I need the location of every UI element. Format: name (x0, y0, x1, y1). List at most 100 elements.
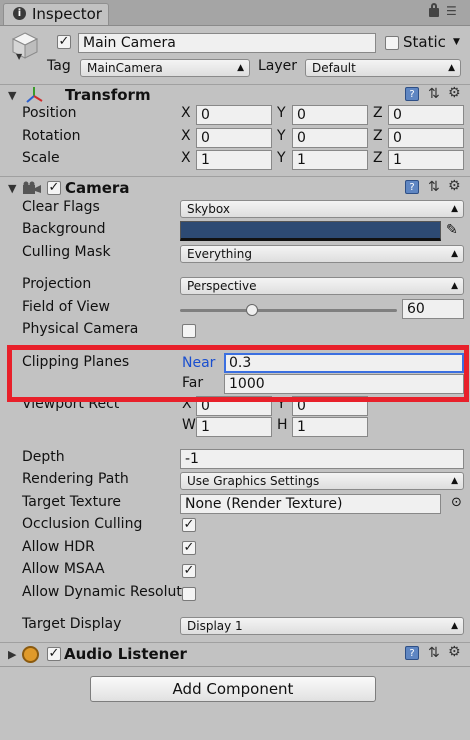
viewport-w-field[interactable]: 1 (196, 417, 272, 437)
rotation-z-label[interactable]: Z (373, 128, 383, 144)
active-checkbox[interactable]: ✓ (57, 35, 71, 49)
depth-field[interactable]: -1 (180, 449, 464, 469)
position-z-field[interactable]: 0 (388, 105, 464, 125)
physical-camera-label: Physical Camera (22, 321, 139, 337)
gear-icon[interactable]: ⚙ (448, 179, 461, 193)
layer-dropdown[interactable]: Default ▲ (305, 59, 461, 77)
gear-icon[interactable]: ⚙ (448, 645, 461, 659)
help-icon[interactable]: ? (405, 180, 419, 194)
camera-title: Camera (65, 179, 130, 197)
clear-flags-label: Clear Flags (22, 199, 100, 215)
depth-label: Depth (22, 449, 65, 465)
gameobject-dropdown-arrow[interactable]: ▼ (16, 52, 22, 61)
tab-inspector[interactable]: i Inspector (3, 3, 109, 25)
static-label: Static (403, 33, 446, 51)
help-icon[interactable]: ? (405, 646, 419, 660)
name-field[interactable]: Main Camera (78, 33, 376, 53)
culling-mask-label: Culling Mask (22, 244, 111, 260)
object-picker-icon[interactable]: ⊙ (451, 495, 462, 510)
occlusion-culling-checkbox[interactable]: ✓ (182, 518, 196, 532)
occlusion-culling-label: Occlusion Culling (22, 516, 143, 532)
allow-dynamic-resolution-checkbox[interactable] (182, 587, 196, 601)
projection-dropdown[interactable]: Perspective ▲ (180, 277, 464, 295)
preset-icon[interactable]: ⇅ (428, 87, 440, 101)
eyedropper-icon[interactable]: ✎ (446, 222, 458, 238)
layer-label: Layer (258, 58, 298, 74)
target-display-label: Target Display (22, 616, 122, 632)
allow-hdr-checkbox[interactable]: ✓ (182, 541, 196, 555)
rendering-path-value: Use Graphics Settings (187, 474, 320, 488)
transform-foldout-icon[interactable]: ▼ (8, 89, 16, 102)
scale-z-label[interactable]: Z (373, 150, 383, 166)
fov-slider-thumb[interactable] (245, 304, 258, 316)
preset-icon[interactable]: ⇅ (428, 180, 440, 194)
position-x-field[interactable]: 0 (196, 105, 272, 125)
camera-icon (22, 181, 42, 199)
culling-mask-value: Everything (187, 247, 252, 261)
target-display-dropdown[interactable]: Display 1 ▲ (180, 617, 464, 635)
preset-icon[interactable]: ⇅ (428, 646, 440, 660)
rotation-z-field[interactable]: 0 (388, 128, 464, 148)
help-icon[interactable]: ? (405, 87, 419, 101)
tag-value: MainCamera (87, 61, 163, 75)
background-color-swatch[interactable] (180, 221, 441, 241)
position-label: Position (22, 105, 77, 121)
culling-mask-dropdown[interactable]: Everything ▲ (180, 245, 464, 263)
fov-field[interactable]: 60 (402, 299, 464, 319)
scale-z-field[interactable]: 1 (388, 150, 464, 170)
physical-camera-checkbox[interactable] (182, 324, 196, 338)
clear-flags-dropdown[interactable]: Skybox ▲ (180, 200, 464, 218)
position-x-label[interactable]: X (181, 105, 191, 121)
add-component-button[interactable]: Add Component (90, 676, 376, 702)
viewport-h-label[interactable]: H (277, 417, 288, 433)
lock-shackle (431, 3, 437, 9)
info-icon: i (13, 7, 26, 20)
allow-hdr-label: Allow HDR (22, 539, 95, 555)
target-texture-field[interactable]: None (Render Texture) (180, 494, 441, 514)
fov-slider-track[interactable] (180, 309, 397, 312)
rotation-x-label[interactable]: X (181, 128, 191, 144)
tag-label: Tag (47, 58, 71, 74)
audio-listener-foldout-icon[interactable]: ▶ (8, 648, 16, 661)
static-dropdown-arrow[interactable]: ▼ (453, 37, 460, 47)
rotation-y-field[interactable]: 0 (292, 128, 368, 148)
tab-label: Inspector (32, 5, 102, 23)
layer-dropdown-arrow: ▲ (448, 63, 455, 73)
viewport-h-field[interactable]: 1 (292, 417, 368, 437)
static-checkbox[interactable] (385, 36, 399, 50)
target-display-value: Display 1 (187, 619, 243, 633)
gear-icon[interactable]: ⚙ (448, 86, 461, 100)
position-y-field[interactable]: 0 (292, 105, 368, 125)
scale-x-label[interactable]: X (181, 150, 191, 166)
menu-icon[interactable]: ☰ (446, 5, 457, 17)
rendering-path-dropdown[interactable]: Use Graphics Settings ▲ (180, 472, 464, 490)
rotation-x-field[interactable]: 0 (196, 128, 272, 148)
dropdown-arrow-icon: ▲ (451, 621, 458, 631)
viewport-w-label[interactable]: W (182, 417, 196, 433)
layer-value: Default (312, 61, 356, 75)
dropdown-arrow-icon: ▲ (451, 281, 458, 291)
camera-enabled-checkbox[interactable]: ✓ (47, 181, 61, 195)
audio-listener-icon (22, 646, 39, 663)
camera-foldout-icon[interactable]: ▼ (8, 182, 16, 195)
lock-icon[interactable] (429, 8, 439, 17)
clear-flags-value: Skybox (187, 202, 230, 216)
rotation-label: Rotation (22, 128, 81, 144)
scale-y-field[interactable]: 1 (292, 150, 368, 170)
fov-label: Field of View (22, 299, 110, 315)
scale-x-field[interactable]: 1 (196, 150, 272, 170)
allow-msaa-checkbox[interactable]: ✓ (182, 564, 196, 578)
rotation-y-label[interactable]: Y (277, 128, 286, 144)
position-y-label[interactable]: Y (277, 105, 286, 121)
background-label: Background (22, 221, 106, 237)
tag-dropdown[interactable]: MainCamera ▲ (80, 59, 250, 77)
allow-msaa-label: Allow MSAA (22, 561, 105, 577)
projection-label: Projection (22, 276, 92, 292)
dropdown-arrow-icon: ▲ (451, 476, 458, 486)
tag-dropdown-arrow: ▲ (237, 63, 244, 73)
position-z-label[interactable]: Z (373, 105, 383, 121)
audio-listener-enabled-checkbox[interactable]: ✓ (47, 647, 61, 661)
transform-title: Transform (65, 86, 151, 104)
target-texture-label: Target Texture (22, 494, 122, 510)
scale-y-label[interactable]: Y (277, 150, 286, 166)
